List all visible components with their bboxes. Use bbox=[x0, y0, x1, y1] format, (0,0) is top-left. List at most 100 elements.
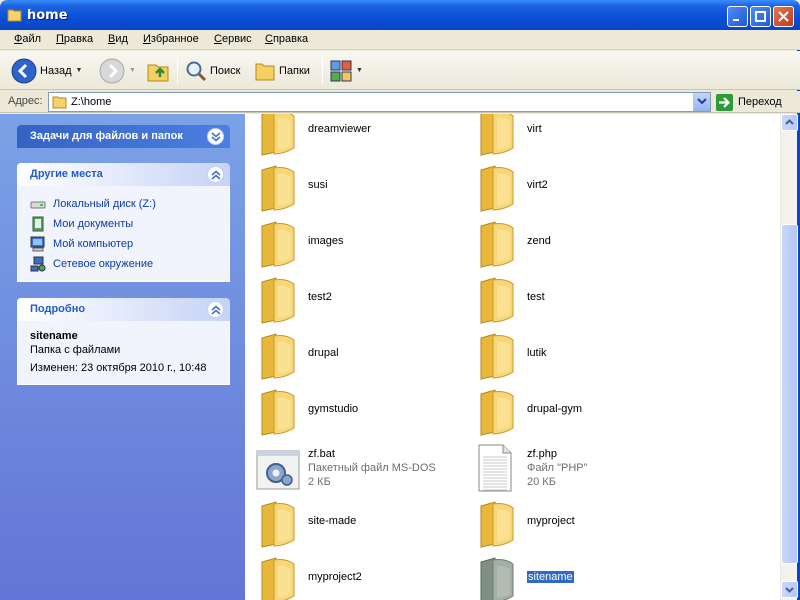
item-type: Файл "PHP" bbox=[527, 462, 588, 474]
item-name: site-made bbox=[308, 515, 357, 527]
folder-icon bbox=[475, 220, 519, 268]
item-type: Пакетный файл MS-DOS bbox=[308, 462, 436, 474]
scroll-down-button[interactable] bbox=[781, 581, 798, 598]
folder-item[interactable]: susi bbox=[251, 164, 471, 220]
item-name: virt bbox=[527, 123, 542, 135]
views-icon bbox=[330, 60, 352, 81]
folder-item[interactable]: myproject bbox=[470, 500, 690, 556]
maximize-button[interactable] bbox=[750, 6, 771, 27]
file-tasks-panel: Задачи для файлов и папок bbox=[17, 125, 230, 148]
minimize-button[interactable] bbox=[727, 6, 748, 27]
folder-icon bbox=[475, 332, 519, 380]
up-folder-icon bbox=[147, 64, 169, 81]
item-name: zend bbox=[527, 235, 551, 247]
menu-bar: Файл Правка Вид Избранное Сервис Справка bbox=[0, 30, 800, 50]
folder-icon bbox=[256, 114, 300, 156]
go-arrow-icon bbox=[716, 93, 733, 111]
search-icon bbox=[186, 61, 207, 81]
details-panel: Подробно sitename Папка с файлами Измене… bbox=[17, 298, 230, 385]
details-header[interactable]: Подробно bbox=[17, 298, 230, 321]
folder-item[interactable]: images bbox=[251, 220, 471, 276]
menu-tools[interactable]: Сервис bbox=[214, 33, 252, 45]
collapse-chevron-icon[interactable] bbox=[207, 301, 224, 318]
other-places-body: Локальный диск (Z:) Мои документы Мой ко… bbox=[17, 186, 230, 282]
window-title: home bbox=[27, 8, 68, 23]
place-my-computer[interactable]: Мой компьютер bbox=[30, 234, 217, 254]
menu-favorites[interactable]: Избранное bbox=[143, 33, 199, 45]
folder-item[interactable]: test2 bbox=[251, 276, 471, 332]
close-button[interactable] bbox=[773, 6, 794, 27]
folder-item[interactable]: sitename bbox=[470, 556, 690, 600]
item-size: 20 КБ bbox=[527, 476, 556, 488]
address-dropdown-button[interactable] bbox=[693, 93, 710, 111]
folder-icon bbox=[475, 164, 519, 212]
go-button[interactable]: Переход bbox=[716, 93, 782, 111]
folder-item[interactable]: gymstudio bbox=[251, 388, 471, 444]
forward-arrow-icon bbox=[99, 58, 125, 83]
search-button[interactable]: Поиск bbox=[185, 55, 240, 86]
views-button[interactable]: ▼ bbox=[330, 55, 363, 86]
folder-icon bbox=[256, 276, 300, 324]
chevron-down-icon[interactable]: ▼ bbox=[356, 67, 363, 74]
back-button[interactable]: Назад ▼ bbox=[11, 55, 82, 86]
menu-help[interactable]: Справка bbox=[265, 33, 308, 45]
folder-item[interactable]: drupal-gym bbox=[470, 388, 690, 444]
folders-button[interactable]: Папки bbox=[254, 55, 310, 86]
place-local-disk[interactable]: Локальный диск (Z:) bbox=[30, 194, 217, 214]
my-computer-icon bbox=[30, 236, 46, 252]
folder-item[interactable]: virt2 bbox=[470, 164, 690, 220]
folder-item[interactable]: myproject2 bbox=[251, 556, 471, 600]
address-input[interactable]: Z:\home bbox=[48, 92, 711, 112]
chevron-down-icon[interactable]: ▼ bbox=[129, 67, 136, 74]
menu-file[interactable]: Файл bbox=[14, 33, 41, 45]
folder-icon bbox=[52, 96, 67, 109]
folder-item[interactable]: dreamviewer bbox=[251, 114, 471, 164]
other-places-header[interactable]: Другие места bbox=[17, 163, 230, 186]
chevron-down-icon bbox=[785, 587, 794, 593]
folder-icon bbox=[256, 164, 300, 212]
scroll-up-button[interactable] bbox=[781, 114, 798, 131]
place-my-documents[interactable]: Мои документы bbox=[30, 214, 217, 234]
batch-file-item[interactable]: zf.bat Пакетный файл MS-DOS 2 КБ bbox=[251, 444, 471, 500]
toolbar: Назад ▼ ▼ Поиск Папки ▼ bbox=[0, 51, 800, 90]
details-type: Папка с файлами bbox=[30, 344, 121, 356]
chevron-down-icon[interactable]: ▼ bbox=[76, 67, 83, 74]
item-name: dreamviewer bbox=[308, 123, 371, 135]
expand-chevron-icon[interactable] bbox=[207, 128, 224, 145]
title-bar[interactable]: home bbox=[0, 0, 800, 30]
details-body: sitename Папка с файлами Изменен: 23 окт… bbox=[17, 321, 230, 385]
item-size: 2 КБ bbox=[308, 476, 331, 488]
collapse-chevron-icon[interactable] bbox=[207, 166, 224, 183]
folder-item[interactable]: site-made bbox=[251, 500, 471, 556]
item-name: test bbox=[527, 291, 545, 303]
item-name: gymstudio bbox=[308, 403, 359, 415]
folder-icon bbox=[475, 276, 519, 324]
php-file-item[interactable]: zf.php Файл "PHP" 20 КБ bbox=[470, 444, 690, 500]
item-name: test2 bbox=[308, 291, 332, 303]
place-network[interactable]: Сетевое окружение bbox=[30, 254, 217, 274]
folder-item[interactable]: zend bbox=[470, 220, 690, 276]
folder-icon bbox=[256, 388, 300, 436]
folder-item[interactable]: virt bbox=[470, 114, 690, 164]
address-bar: Адрес: Z:\home Переход bbox=[0, 91, 800, 113]
folders-icon bbox=[255, 63, 275, 80]
chevron-down-icon bbox=[697, 98, 707, 105]
scroll-thumb[interactable] bbox=[781, 224, 798, 564]
item-name: sitename bbox=[527, 571, 574, 583]
chevron-up-icon bbox=[785, 119, 794, 125]
menu-view[interactable]: Вид bbox=[108, 33, 128, 45]
document-icon bbox=[475, 444, 519, 492]
vertical-scrollbar[interactable] bbox=[780, 114, 798, 600]
toolbar-separator bbox=[177, 57, 178, 84]
menu-edit[interactable]: Правка bbox=[56, 33, 93, 45]
folder-icon bbox=[256, 332, 300, 380]
up-folder-button[interactable] bbox=[146, 55, 170, 86]
item-name: images bbox=[308, 235, 344, 247]
folder-item[interactable]: drupal bbox=[251, 332, 471, 388]
folder-item[interactable]: test bbox=[470, 276, 690, 332]
file-tasks-header[interactable]: Задачи для файлов и папок bbox=[17, 125, 230, 148]
folder-item[interactable]: lutik bbox=[470, 332, 690, 388]
forward-button[interactable]: ▼ bbox=[99, 55, 136, 86]
folder-icon bbox=[475, 500, 519, 548]
folder-icon bbox=[256, 500, 300, 548]
